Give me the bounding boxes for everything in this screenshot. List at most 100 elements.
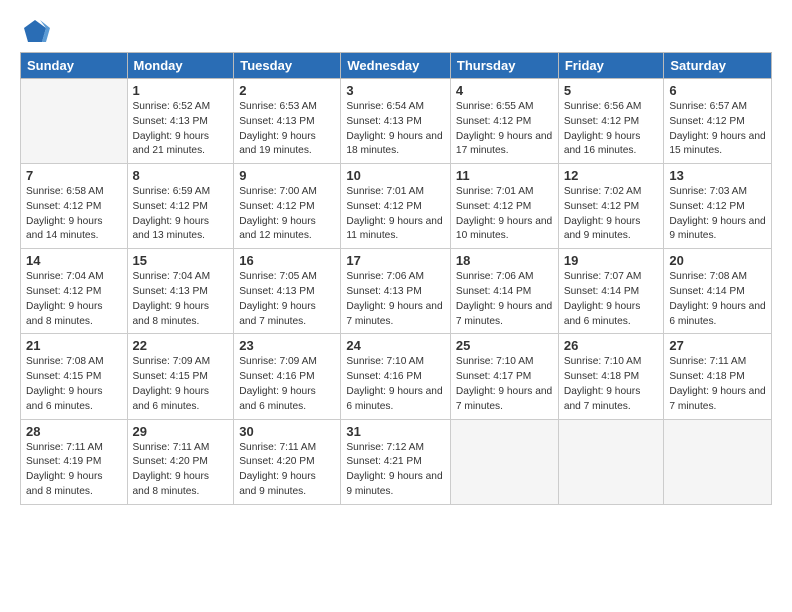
calendar-cell: 4 Sunrise: 6:55 AMSunset: 4:12 PMDaylight… <box>450 79 558 164</box>
header <box>20 16 772 46</box>
day-info: Sunrise: 6:52 AMSunset: 4:13 PMDaylight:… <box>133 100 229 159</box>
calendar-cell: 15 Sunrise: 7:04 AMSunset: 4:13 PMDayligh… <box>127 249 234 334</box>
calendar-table: SundayMondayTuesdayWednesdayThursdayFrid… <box>20 52 772 505</box>
calendar-header-friday: Friday <box>558 53 664 79</box>
day-info: Sunrise: 7:09 AMSunset: 4:16 PMDaylight:… <box>239 355 335 414</box>
day-number: 5 <box>564 83 659 98</box>
calendar-week-4: 21Sunrise: 7:08 AMSunset: 4:15 PMDayligh… <box>21 334 772 419</box>
calendar-cell: 13 Sunrise: 7:03 AMSunset: 4:12 PMDayligh… <box>664 164 772 249</box>
page: SundayMondayTuesdayWednesdayThursdayFrid… <box>0 0 792 612</box>
day-number: 13 <box>669 168 766 183</box>
day-number: 2 <box>239 83 335 98</box>
day-number: 18 <box>456 253 553 268</box>
day-number: 17 <box>346 253 445 268</box>
day-info: Sunrise: 7:11 AMSunset: 4:18 PMDaylight:… <box>669 355 766 414</box>
day-number: 28 <box>26 424 122 439</box>
calendar-cell: 24 Sunrise: 7:10 AMSunset: 4:16 PMDayligh… <box>341 334 451 419</box>
day-number: 26 <box>564 338 659 353</box>
day-info: Sunrise: 7:06 AMSunset: 4:13 PMDaylight:… <box>346 270 445 329</box>
day-info: Sunrise: 7:05 AMSunset: 4:13 PMDaylight:… <box>239 270 335 329</box>
calendar-cell: 22 Sunrise: 7:09 AMSunset: 4:15 PMDayligh… <box>127 334 234 419</box>
day-info: Sunrise: 6:53 AMSunset: 4:13 PMDaylight:… <box>239 100 335 159</box>
calendar-cell: 26 Sunrise: 7:10 AMSunset: 4:18 PMDayligh… <box>558 334 664 419</box>
day-info: Sunrise: 7:09 AMSunset: 4:15 PMDaylight:… <box>133 355 229 414</box>
calendar-cell: 30 Sunrise: 7:11 AMSunset: 4:20 PMDayligh… <box>234 419 341 504</box>
calendar-cell: 3Sunrise: 6:54 AMSunset: 4:13 PMDaylight… <box>341 79 451 164</box>
day-info: Sunrise: 7:08 AMSunset: 4:14 PMDaylight:… <box>669 270 766 329</box>
calendar-cell: 29 Sunrise: 7:11 AMSunset: 4:20 PMDayligh… <box>127 419 234 504</box>
day-number: 11 <box>456 168 553 183</box>
calendar-week-3: 14 Sunrise: 7:04 AMSunset: 4:12 PMDayligh… <box>21 249 772 334</box>
calendar-cell: 11 Sunrise: 7:01 AMSunset: 4:12 PMDayligh… <box>450 164 558 249</box>
day-number: 23 <box>239 338 335 353</box>
calendar-header-row: SundayMondayTuesdayWednesdayThursdayFrid… <box>21 53 772 79</box>
day-number: 30 <box>239 424 335 439</box>
calendar-cell: 17 Sunrise: 7:06 AMSunset: 4:13 PMDayligh… <box>341 249 451 334</box>
calendar-cell <box>450 419 558 504</box>
day-info: Sunrise: 6:56 AMSunset: 4:12 PMDaylight:… <box>564 100 659 159</box>
day-number: 24 <box>346 338 445 353</box>
day-number: 20 <box>669 253 766 268</box>
calendar-header-wednesday: Wednesday <box>341 53 451 79</box>
calendar-header-monday: Monday <box>127 53 234 79</box>
day-info: Sunrise: 7:01 AMSunset: 4:12 PMDaylight:… <box>456 185 553 244</box>
day-number: 6 <box>669 83 766 98</box>
day-number: 7 <box>26 168 122 183</box>
calendar-cell: 6 Sunrise: 6:57 AMSunset: 4:12 PMDaylight… <box>664 79 772 164</box>
day-number: 29 <box>133 424 229 439</box>
day-info: Sunrise: 7:11 AMSunset: 4:19 PMDaylight:… <box>26 441 122 500</box>
calendar-cell: 20 Sunrise: 7:08 AMSunset: 4:14 PMDayligh… <box>664 249 772 334</box>
day-number: 12 <box>564 168 659 183</box>
day-info: Sunrise: 7:06 AMSunset: 4:14 PMDaylight:… <box>456 270 553 329</box>
day-info: Sunrise: 7:04 AMSunset: 4:13 PMDaylight:… <box>133 270 229 329</box>
calendar-header-thursday: Thursday <box>450 53 558 79</box>
calendar-cell <box>21 79 128 164</box>
calendar-cell: 16Sunrise: 7:05 AMSunset: 4:13 PMDayligh… <box>234 249 341 334</box>
calendar-cell: 27Sunrise: 7:11 AMSunset: 4:18 PMDayligh… <box>664 334 772 419</box>
day-info: Sunrise: 7:11 AMSunset: 4:20 PMDaylight:… <box>133 441 229 500</box>
day-info: Sunrise: 7:10 AMSunset: 4:16 PMDaylight:… <box>346 355 445 414</box>
day-number: 4 <box>456 83 553 98</box>
day-number: 25 <box>456 338 553 353</box>
calendar-cell <box>558 419 664 504</box>
day-info: Sunrise: 7:07 AMSunset: 4:14 PMDaylight:… <box>564 270 659 329</box>
calendar-cell: 10 Sunrise: 7:01 AMSunset: 4:12 PMDayligh… <box>341 164 451 249</box>
day-number: 22 <box>133 338 229 353</box>
calendar-cell: 18 Sunrise: 7:06 AMSunset: 4:14 PMDayligh… <box>450 249 558 334</box>
calendar-cell: 14 Sunrise: 7:04 AMSunset: 4:12 PMDayligh… <box>21 249 128 334</box>
day-info: Sunrise: 6:59 AMSunset: 4:12 PMDaylight:… <box>133 185 229 244</box>
day-number: 1 <box>133 83 229 98</box>
calendar-header-tuesday: Tuesday <box>234 53 341 79</box>
day-info: Sunrise: 7:00 AMSunset: 4:12 PMDaylight:… <box>239 185 335 244</box>
calendar-week-1: 1 Sunrise: 6:52 AMSunset: 4:13 PMDaylight… <box>21 79 772 164</box>
calendar-cell: 19 Sunrise: 7:07 AMSunset: 4:14 PMDayligh… <box>558 249 664 334</box>
calendar-cell: 2 Sunrise: 6:53 AMSunset: 4:13 PMDaylight… <box>234 79 341 164</box>
calendar-cell: 31Sunrise: 7:12 AMSunset: 4:21 PMDayligh… <box>341 419 451 504</box>
calendar-cell: 9Sunrise: 7:00 AMSunset: 4:12 PMDaylight… <box>234 164 341 249</box>
day-number: 15 <box>133 253 229 268</box>
day-info: Sunrise: 7:01 AMSunset: 4:12 PMDaylight:… <box>346 185 445 244</box>
day-info: Sunrise: 6:58 AMSunset: 4:12 PMDaylight:… <box>26 185 122 244</box>
calendar-week-5: 28 Sunrise: 7:11 AMSunset: 4:19 PMDayligh… <box>21 419 772 504</box>
day-number: 14 <box>26 253 122 268</box>
day-number: 21 <box>26 338 122 353</box>
calendar-cell: 25Sunrise: 7:10 AMSunset: 4:17 PMDayligh… <box>450 334 558 419</box>
calendar-week-2: 7 Sunrise: 6:58 AMSunset: 4:12 PMDaylight… <box>21 164 772 249</box>
calendar-cell: 5 Sunrise: 6:56 AMSunset: 4:12 PMDaylight… <box>558 79 664 164</box>
calendar-cell: 28 Sunrise: 7:11 AMSunset: 4:19 PMDayligh… <box>21 419 128 504</box>
day-info: Sunrise: 7:04 AMSunset: 4:12 PMDaylight:… <box>26 270 122 329</box>
day-info: Sunrise: 6:57 AMSunset: 4:12 PMDaylight:… <box>669 100 766 159</box>
logo-icon <box>20 16 50 46</box>
day-info: Sunrise: 7:10 AMSunset: 4:18 PMDaylight:… <box>564 355 659 414</box>
day-info: Sunrise: 6:55 AMSunset: 4:12 PMDaylight:… <box>456 100 553 159</box>
calendar-cell <box>664 419 772 504</box>
day-number: 19 <box>564 253 659 268</box>
logo <box>20 16 54 46</box>
day-info: Sunrise: 7:02 AMSunset: 4:12 PMDaylight:… <box>564 185 659 244</box>
day-number: 8 <box>133 168 229 183</box>
calendar-header-sunday: Sunday <box>21 53 128 79</box>
day-info: Sunrise: 7:11 AMSunset: 4:20 PMDaylight:… <box>239 441 335 500</box>
day-number: 10 <box>346 168 445 183</box>
day-info: Sunrise: 7:03 AMSunset: 4:12 PMDaylight:… <box>669 185 766 244</box>
calendar-cell: 1 Sunrise: 6:52 AMSunset: 4:13 PMDaylight… <box>127 79 234 164</box>
